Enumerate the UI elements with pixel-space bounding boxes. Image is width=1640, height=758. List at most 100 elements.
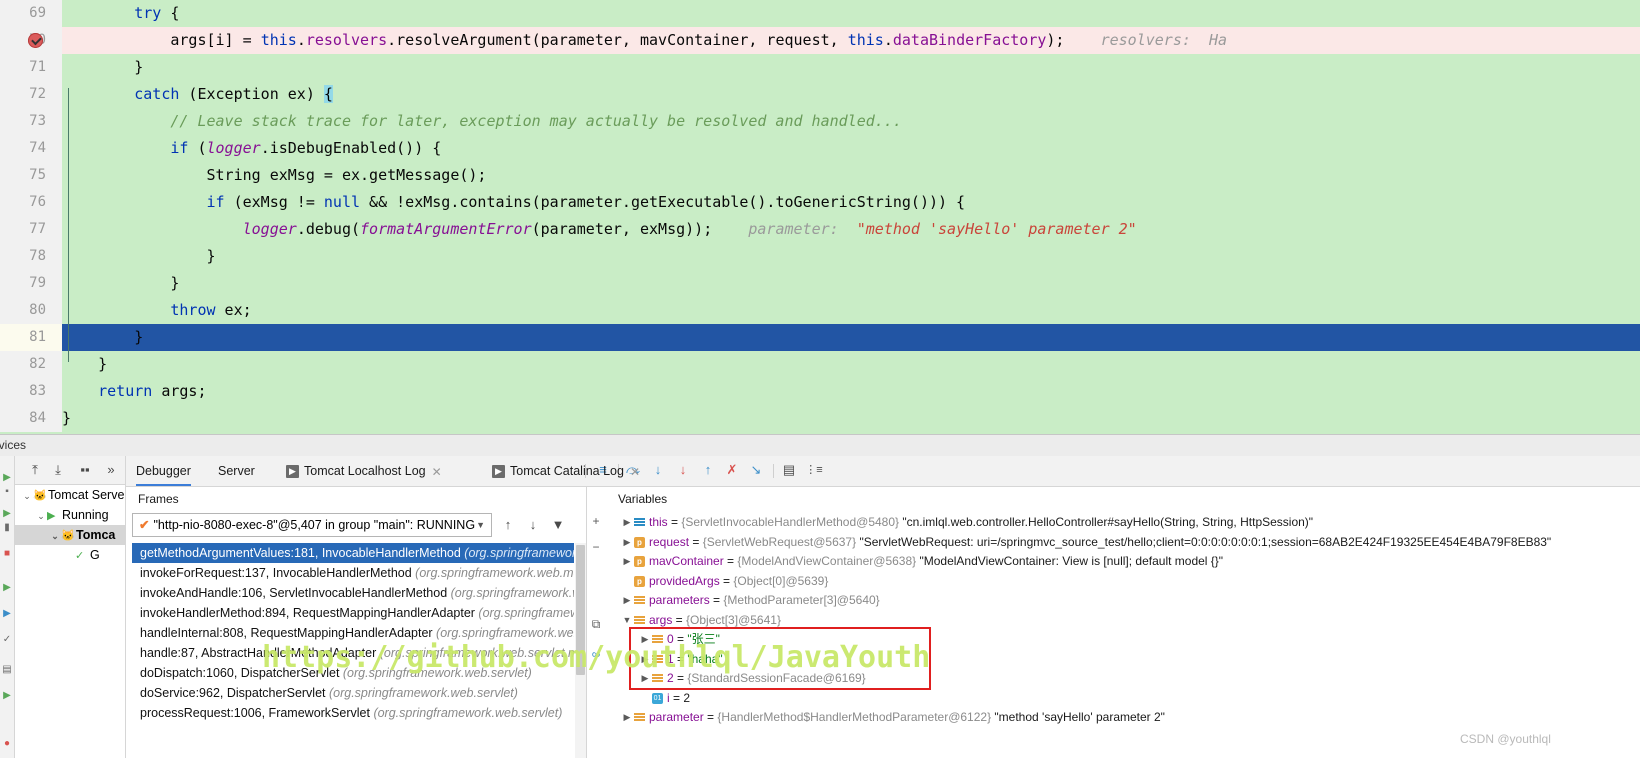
evaluate-expression-icon[interactable]: ▤ <box>780 461 798 479</box>
frame-row[interactable]: invokeHandlerMethod:894, RequestMappingH… <box>132 603 574 623</box>
frame-up-icon[interactable]: ↑ <box>498 515 518 535</box>
code-line-body[interactable]: String exMsg = ex.getMessage(); <box>62 162 1640 189</box>
code-line-body[interactable]: } <box>62 351 1640 378</box>
code-line-body[interactable]: if (logger.isDebugEnabled()) { <box>62 135 1640 162</box>
chevron-down-icon[interactable]: ▼ <box>476 514 485 536</box>
frames-pane[interactable]: Frames ✔"http-nio-8080-exec-8"@5,407 in … <box>126 487 587 758</box>
code-line[interactable]: 74 if (logger.isDebugEnabled()) { <box>0 135 1640 162</box>
code-line[interactable]: 81 } <box>0 324 1640 351</box>
service-tree-node[interactable]: ⌄▶Running <box>15 505 125 525</box>
stop-icon[interactable]: ▪ <box>1 486 13 498</box>
variable-row[interactable]: ▶this = {ServletInvocableHandlerMethod@5… <box>606 513 1640 533</box>
fold-gutter[interactable] <box>54 405 62 432</box>
tab-server[interactable]: Server <box>218 456 255 486</box>
fold-gutter[interactable] <box>54 324 62 351</box>
record-icon[interactable]: ● <box>1 738 13 750</box>
code-line-body[interactable]: logger.debug(formatArgumentError(paramet… <box>62 216 1640 243</box>
remove-watch-icon[interactable]: − <box>588 539 604 555</box>
code-line-body[interactable]: } <box>62 243 1640 270</box>
code-line-body[interactable]: throw ex; <box>62 297 1640 324</box>
chevron-down-icon[interactable]: ⌄ <box>49 526 61 546</box>
fold-gutter[interactable] <box>54 297 62 324</box>
variable-row[interactable]: ▼args = {Object[3]@5641} <box>606 611 1640 631</box>
service-tree-node[interactable]: ✓G <box>15 545 125 565</box>
code-line-body[interactable]: } <box>62 405 1640 432</box>
frame-row[interactable]: invokeAndHandle:106, ServletInvocableHan… <box>132 583 574 603</box>
pause-icon[interactable]: ▮ <box>1 522 13 534</box>
code-line-body[interactable]: } <box>62 54 1640 81</box>
close-icon[interactable]: ✕ <box>630 457 642 487</box>
code-line[interactable]: 77 logger.debug(formatArgumentError(para… <box>0 216 1640 243</box>
expand-arrow-icon[interactable]: ▶ <box>620 513 634 533</box>
variable-row[interactable]: ▶pmavContainer = {ModelAndViewContainer@… <box>606 552 1640 572</box>
tab-debugger[interactable]: Debugger <box>136 456 191 486</box>
breakpoint-icon[interactable] <box>28 33 43 48</box>
code-line[interactable]: 80 throw ex; <box>0 297 1640 324</box>
code-line-body[interactable]: args[i] = this.resolvers.resolveArgument… <box>62 27 1640 54</box>
layout-icon[interactable]: ▤ <box>1 664 13 676</box>
expand-all-icon[interactable]: ⤒ <box>27 462 43 478</box>
code-line[interactable]: 70 args[i] = this.resolvers.resolveArgum… <box>0 27 1640 54</box>
fold-gutter[interactable] <box>54 351 62 378</box>
fold-gutter[interactable] <box>54 27 62 54</box>
code-line[interactable]: 78 } <box>0 243 1640 270</box>
debug-tab-bar[interactable]: ≡ ⤼ ↓ ↓ ↑ ✗ ↘ ▤ ⋮≡ DebuggerServer▶Tomcat… <box>126 456 1640 487</box>
collapse-all-icon[interactable]: ⤓ <box>50 462 66 478</box>
fold-gutter[interactable] <box>54 81 62 108</box>
settings-icon[interactable]: ⋮≡ <box>805 461 823 479</box>
debug-action-rail[interactable]: ▶ ▪ ▶ ▮ ■ ▶ ▶ ✓ ▤ ▶ ● <box>0 456 15 758</box>
group-by-icon[interactable]: ▪▪ <box>77 462 93 478</box>
code-line[interactable]: 76 if (exMsg != null && !exMsg.contains(… <box>0 189 1640 216</box>
expand-arrow-icon[interactable]: ▶ <box>620 591 634 611</box>
variable-row[interactable]: 01i = 2 <box>606 689 1640 709</box>
close-icon[interactable]: ✕ <box>432 457 444 487</box>
play-icon[interactable]: ▶ <box>1 690 13 702</box>
copy-value-icon[interactable]: ⧉ <box>588 616 604 632</box>
code-line-body[interactable]: } <box>62 324 1640 351</box>
service-tree-node[interactable]: ⌄🐱Tomca <box>15 525 125 545</box>
expand-arrow-icon[interactable]: ▶ <box>620 552 634 572</box>
code-line[interactable]: 72 catch (Exception ex) { <box>0 81 1640 108</box>
thread-selector[interactable]: ✔"http-nio-8080-exec-8"@5,407 in group "… <box>132 513 492 537</box>
run-icon[interactable]: ▶ <box>1 582 13 594</box>
frame-row[interactable]: doService:962, DispatcherServlet (org.sp… <box>132 683 574 703</box>
debug-icon[interactable]: ▶ <box>1 608 13 620</box>
expand-arrow-icon[interactable]: ▼ <box>620 611 634 631</box>
code-line-body[interactable]: if (exMsg != null && !exMsg.contains(par… <box>62 189 1640 216</box>
add-watch-icon[interactable]: + <box>588 513 604 529</box>
rerun-icon[interactable]: ▶ <box>1 472 13 484</box>
frame-row[interactable]: getMethodArgumentValues:181, InvocableHa… <box>132 543 574 563</box>
code-line[interactable]: 82 } <box>0 351 1640 378</box>
code-line-body[interactable]: return args; <box>62 378 1640 405</box>
variable-row[interactable]: pprovidedArgs = {Object[0]@5639} <box>606 572 1640 592</box>
tab-tomcat-localhost-log[interactable]: ▶Tomcat Localhost Log✕ <box>286 456 444 486</box>
code-lines[interactable]: 69 try {70 args[i] = this.resolvers.reso… <box>0 0 1640 432</box>
services-tree[interactable]: ⌄🐱Tomcat Serve⌄▶Running⌄🐱Tomca✓G <box>15 485 125 565</box>
stop-server-icon[interactable]: ■ <box>1 548 13 560</box>
force-step-into-icon[interactable]: ↓ <box>674 461 692 479</box>
frame-row[interactable]: processRequest:1006, FrameworkServlet (o… <box>132 703 574 723</box>
fold-gutter[interactable] <box>54 54 62 81</box>
code-line[interactable]: 69 try { <box>0 0 1640 27</box>
expand-arrow-icon[interactable]: ▶ <box>620 708 634 728</box>
code-line[interactable]: 79 } <box>0 270 1640 297</box>
variable-row[interactable]: ▶parameters = {MethodParameter[3]@5640} <box>606 591 1640 611</box>
fold-gutter[interactable] <box>54 108 62 135</box>
service-tree-node[interactable]: ⌄🐱Tomcat Serve <box>15 485 125 505</box>
fold-gutter[interactable] <box>54 270 62 297</box>
code-line[interactable]: 75 String exMsg = ex.getMessage(); <box>0 162 1640 189</box>
chevron-down-icon[interactable]: ⌄ <box>21 486 33 506</box>
frame-down-icon[interactable]: ↓ <box>523 515 543 535</box>
more-icon[interactable]: » <box>103 462 119 478</box>
fold-gutter[interactable] <box>54 189 62 216</box>
expand-arrow-icon[interactable]: ▶ <box>620 533 634 553</box>
fold-gutter[interactable] <box>54 162 62 189</box>
fold-gutter[interactable] <box>54 243 62 270</box>
fold-gutter[interactable] <box>54 135 62 162</box>
services-tree-panel[interactable]: ⤒ ⤓ ▪▪ » ⌄🐱Tomcat Serve⌄▶Running⌄🐱Tomca✓… <box>15 456 126 758</box>
frame-row[interactable]: invokeForRequest:137, InvocableHandlerMe… <box>132 563 574 583</box>
code-line-body[interactable]: catch (Exception ex) { <box>62 81 1640 108</box>
code-line[interactable]: 83 return args; <box>0 378 1640 405</box>
drop-frame-icon[interactable]: ✗ <box>723 461 741 479</box>
chevron-down-icon[interactable]: ⌄ <box>35 506 47 526</box>
